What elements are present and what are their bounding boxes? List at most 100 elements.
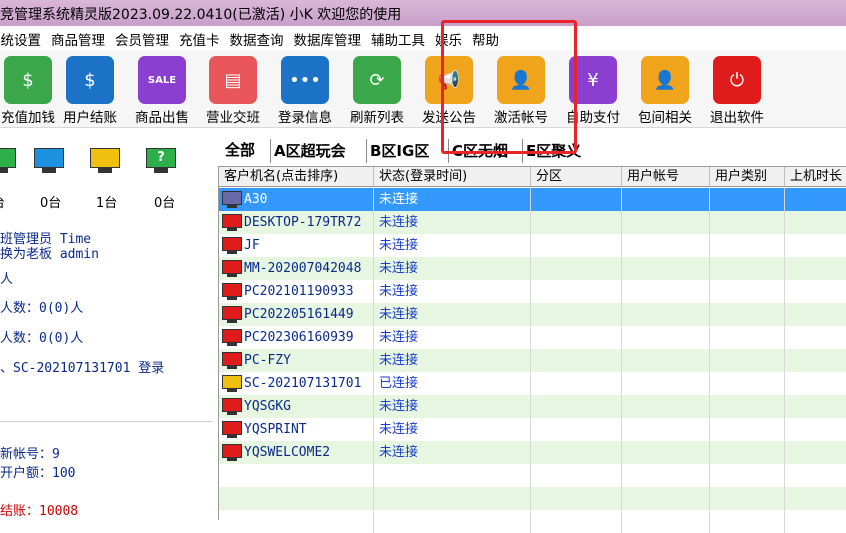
toolbar-button-8[interactable]: ¥ 自助支付 (557, 54, 629, 126)
menu-item-8[interactable]: 帮助 (472, 29, 499, 49)
client-status: 已连接 (374, 372, 531, 395)
monitor-screen: ? (146, 148, 176, 168)
column-header-0[interactable]: 客户机名(点击排序) (219, 167, 374, 187)
table-row[interactable]: YQSWELCOME2 未连接 (219, 441, 846, 464)
table-row[interactable] (219, 464, 846, 487)
chat-icon: ••• (281, 56, 329, 104)
column-header-2[interactable]: 分区 (531, 167, 622, 187)
monitor-screen (90, 148, 120, 168)
empty-cell (710, 188, 785, 211)
toolbar-button-7[interactable]: 👤 激活帐号 (485, 54, 557, 126)
client-name: YQSWELCOME2 (219, 441, 374, 464)
info-line-1: 换为老板 admin (0, 247, 99, 262)
monitor-count: 1台 (96, 196, 118, 211)
table-row[interactable]: PC-FZY 未连接 (219, 349, 846, 372)
chat-icon-glyph: ••• (289, 69, 321, 91)
left-panel: 台0台1台?0台班管理员 Time换为老板 admin人人数：0(0)人人数：0… (0, 138, 213, 520)
empty-cell (785, 510, 846, 533)
table-row[interactable]: DESKTOP-179TR72 未连接 (219, 211, 846, 234)
empty-cell (622, 211, 710, 234)
toolbar-button-2[interactable]: SALE 商品出售 (126, 54, 198, 126)
info-line-3: 人数：0(0)人 (0, 301, 84, 316)
client-status: 未连接 (374, 349, 531, 372)
checkout-line: 结账：10008 (0, 504, 79, 519)
empty-cell (710, 464, 785, 487)
column-header-4[interactable]: 用户类别 (710, 167, 785, 187)
column-header-3[interactable]: 用户帐号 (622, 167, 710, 187)
menu-item-3[interactable]: 充值卡 (179, 29, 220, 49)
client-status: 未连接 (374, 234, 531, 257)
toolbar-button-5[interactable]: ⟳ 刷新列表 (341, 54, 413, 126)
client-name: PC202306160939 (219, 326, 374, 349)
toolbar-label: 退出软件 (710, 110, 764, 126)
tab-0[interactable]: 全部 (222, 138, 258, 162)
toolbar-button-4[interactable]: ••• 登录信息 (269, 54, 341, 126)
table-row[interactable]: YQSGKG 未连接 (219, 395, 846, 418)
empty-cell (531, 464, 622, 487)
column-header-5[interactable]: 上机时长 (785, 167, 846, 187)
table-row[interactable]: PC202101190933 未连接 (219, 280, 846, 303)
grid-header: 客户机名(点击排序) 状态(登录时间) 分区 用户帐号 用户类别 上机时长 (219, 167, 846, 187)
menu-item-4[interactable]: 数据查询 (230, 29, 284, 49)
tab-1[interactable]: A区超玩会 (270, 139, 349, 163)
menu-item-2[interactable]: 会员管理 (115, 29, 169, 49)
toolbar-button-1[interactable]: $ 用户结账 (54, 54, 126, 126)
empty-cell (622, 441, 710, 464)
column-header-1[interactable]: 状态(登录时间) (374, 167, 531, 187)
monitor-count: 0台 (154, 196, 176, 211)
checkout-icon: $ (66, 56, 114, 104)
menu-item-6[interactable]: 辅助工具 (371, 29, 425, 49)
empty-cell (622, 280, 710, 303)
empty-cell (785, 234, 846, 257)
empty-cell (531, 326, 622, 349)
toolbar: $ 充值加钱 $ 用户结账 SALE 商品出售 ▤ 营业交班 ••• 登录信息 ⟳ 刷新列表 📢 发送公告… (0, 50, 846, 128)
table-row[interactable]: PC202205161449 未连接 (219, 303, 846, 326)
table-row[interactable]: YQSPRINT 未连接 (219, 418, 846, 441)
empty-cell (531, 303, 622, 326)
table-row[interactable] (219, 487, 846, 510)
client-name: MM-202007042048 (219, 257, 374, 280)
toolbar-button-3[interactable]: ▤ 营业交班 (197, 54, 269, 126)
empty-cell (785, 372, 846, 395)
client-name: A30 (219, 188, 374, 211)
tab-3[interactable]: C区无烟 (448, 139, 511, 163)
table-row[interactable]: PC202306160939 未连接 (219, 326, 846, 349)
pay-icon-glyph: ¥ (587, 69, 599, 91)
toolbar-button-6[interactable]: 📢 发送公告 (413, 54, 485, 126)
empty-cell (785, 326, 846, 349)
empty-cell (531, 280, 622, 303)
client-name: PC-FZY (219, 349, 374, 372)
power-icon-glyph: ⏻ (729, 69, 745, 91)
toolbar-button-9[interactable]: 👤 包间相关 (629, 54, 701, 126)
monitor-status-icon: ? (146, 148, 176, 174)
menu-item-0[interactable]: 系统设置 (0, 29, 41, 49)
checkout-icon-glyph: $ (84, 69, 96, 91)
monitor-screen (0, 148, 16, 168)
client-name (219, 464, 374, 487)
empty-cell (531, 349, 622, 372)
empty-cell (622, 257, 710, 280)
monitor-stand (42, 168, 56, 173)
megaphone-icon: 📢 (425, 56, 473, 104)
empty-cell (785, 464, 846, 487)
tab-2[interactable]: B区IG区 (366, 139, 432, 163)
table-row[interactable]: SC-202107131701 已连接 (219, 372, 846, 395)
menu-item-1[interactable]: 商品管理 (51, 29, 105, 49)
table-row[interactable]: JF 未连接 (219, 234, 846, 257)
client-status (374, 464, 531, 487)
table-row[interactable] (219, 510, 846, 533)
empty-cell (710, 487, 785, 510)
table-row[interactable]: MM-202007042048 未连接 (219, 257, 846, 280)
monitor-status-icon (34, 148, 64, 174)
toolbar-button-10[interactable]: ⏻ 退出软件 (701, 54, 773, 126)
monitor-screen (34, 148, 64, 168)
client-name (219, 510, 374, 533)
tab-4[interactable]: E区聚义 (522, 139, 584, 163)
menu-item-7[interactable]: 娱乐 (435, 29, 462, 49)
table-row[interactable]: A30 未连接 (219, 188, 846, 211)
menu-item-5[interactable]: 数据库管理 (294, 29, 362, 49)
empty-cell (710, 326, 785, 349)
empty-cell (622, 395, 710, 418)
refresh-icon-glyph: ⟳ (369, 69, 385, 91)
client-name: YQSGKG (219, 395, 374, 418)
